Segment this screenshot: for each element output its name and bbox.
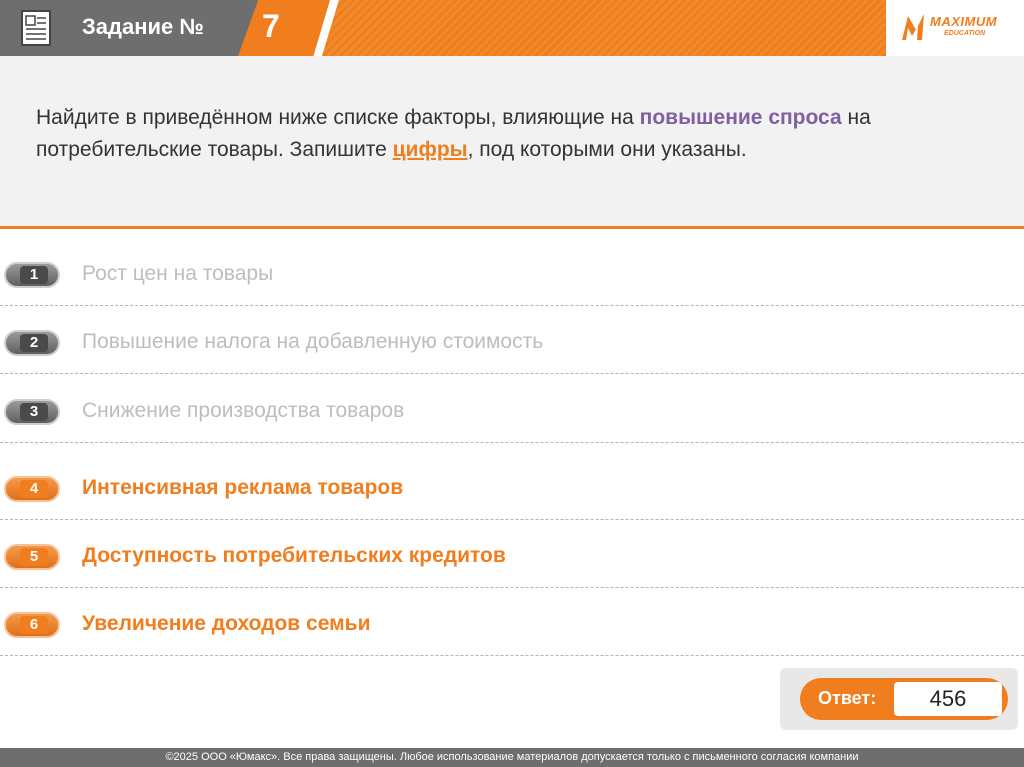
answer-label: Ответ: (818, 688, 877, 708)
task-number: 7 (262, 8, 280, 44)
question-highlight-digits: цифры (392, 138, 468, 161)
option-badge: 1 (4, 262, 60, 288)
option-text: Повышение налога на добавленную стоимост… (82, 330, 544, 353)
option-5[interactable]: 5 Доступность потребительских кредитов (0, 520, 1024, 588)
option-badge: 3 (4, 399, 60, 425)
document-icon (21, 10, 51, 46)
question-part-3: , под которыми они указаны. (467, 138, 747, 161)
option-text: Интенсивная реклама товаров (82, 476, 404, 499)
answer-pill: Ответ: 456 (800, 678, 1008, 720)
option-number: 4 (20, 480, 48, 498)
option-badge: 6 (4, 612, 60, 638)
option-number: 1 (20, 266, 48, 284)
logo-subtext: EDUCATION (944, 30, 986, 37)
option-4[interactable]: 4 Интенсивная реклама товаров (0, 452, 1024, 520)
option-number: 2 (20, 334, 48, 352)
question-text: Найдите в приведённом ниже списке фактор… (36, 102, 986, 166)
option-number: 5 (20, 548, 48, 566)
footer-bar: ©2025 ООО «Юмакс». Все права защищены. Л… (0, 748, 1024, 767)
answer-box: Ответ: 456 (780, 668, 1018, 730)
question-highlight-demand: повышение спроса (639, 106, 842, 129)
question-panel: Найдите в приведённом ниже списке фактор… (0, 56, 1024, 229)
option-text: Снижение производства товаров (82, 399, 405, 422)
option-number: 3 (20, 403, 48, 421)
header-orange-stripe (322, 0, 886, 56)
option-6[interactable]: 6 Увеличение доходов семьи (0, 588, 1024, 656)
question-part-1: Найдите в приведённом ниже списке фактор… (36, 106, 640, 129)
option-2[interactable]: 2 Повышение налога на добавленную стоимо… (0, 306, 1024, 374)
option-3[interactable]: 3 Снижение производства товаров (0, 375, 1024, 443)
task-label: Задание № (82, 14, 204, 39)
option-badge: 5 (4, 544, 60, 570)
option-number: 6 (20, 616, 48, 634)
copyright-text: ©2025 ООО «Юмакс». Все права защищены. Л… (165, 751, 859, 763)
option-badge: 2 (4, 330, 60, 356)
logo-text: MAXIMUM (930, 14, 998, 29)
option-text: Доступность потребительских кредитов (82, 544, 506, 567)
option-badge: 4 (4, 476, 60, 502)
header-bar: Задание № 7 MAXIMUM EDUCATION (0, 0, 1024, 56)
option-text: Увеличение доходов семьи (82, 612, 371, 635)
option-text: Рост цен на товары (82, 262, 274, 285)
option-1[interactable]: 1 Рост цен на товары (0, 238, 1024, 306)
answer-field[interactable]: 456 (894, 682, 1002, 716)
